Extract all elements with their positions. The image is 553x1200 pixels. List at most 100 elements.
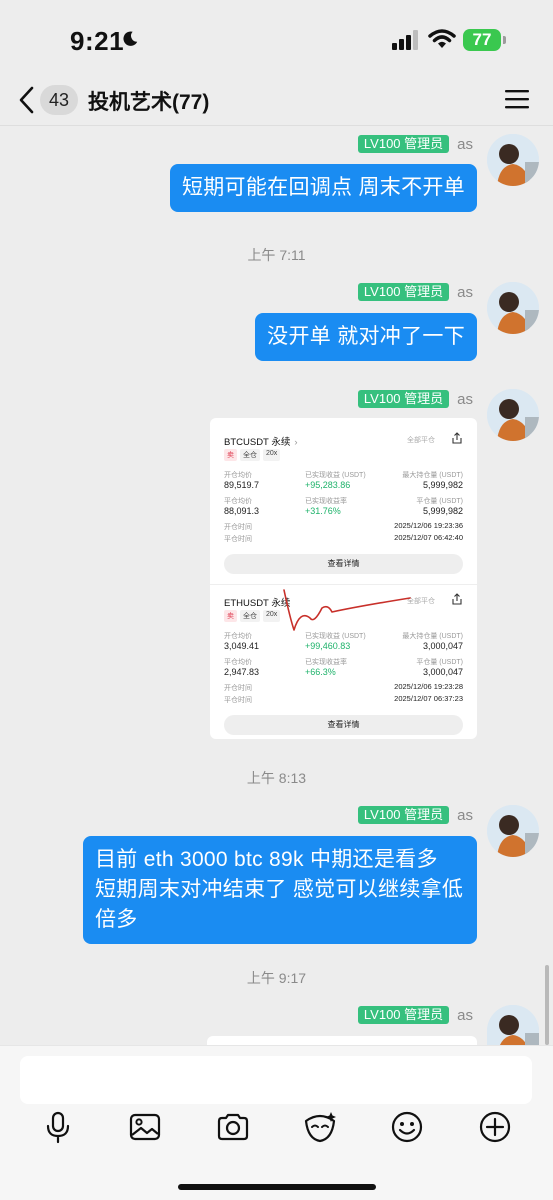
- realized-pnl-value: +95,283.86: [305, 480, 351, 490]
- wifi-icon: [428, 29, 456, 48]
- close-amount-value: 3,000,047: [422, 667, 463, 677]
- sender-info: LV100 管理员 as: [357, 805, 473, 825]
- close-time-value: 2025/12/07 06:37:23: [394, 694, 463, 703]
- open-avg-value: 89,519.7: [224, 480, 260, 490]
- close-amount-label: 平仓量 (USDT): [416, 498, 463, 505]
- battery-indicator: 77: [463, 29, 501, 51]
- max-hold-label: 最大持仓量 (USDT): [402, 472, 463, 479]
- sticker-icon[interactable]: [302, 1109, 338, 1145]
- side-tag: 卖: [224, 449, 237, 461]
- realized-rate-label: 已实现收益率: [305, 659, 347, 666]
- sender-info: LV100 管理员 as: [357, 134, 473, 154]
- side-tag: 卖: [224, 610, 237, 622]
- moon-icon: [123, 31, 138, 46]
- max-hold-value: 5,999,982: [422, 480, 463, 490]
- close-amount-label: 平仓量 (USDT): [416, 659, 463, 666]
- sender-info: LV100 管理员 as: [357, 282, 473, 302]
- avatar-image: [487, 805, 539, 857]
- avatar-image: [487, 389, 539, 441]
- close-avg-label: 平仓均价: [224, 659, 252, 666]
- open-avg-label: 开仓均价: [224, 472, 252, 479]
- position-card-btc: BTCUSDT 永续 › 全部平仓 卖 全仓 20x 开仓均价 89,519.7 …: [210, 418, 477, 578]
- microphone-icon[interactable]: [40, 1109, 76, 1145]
- message-bubble[interactable]: 目前 eth 3000 btc 89k 中期还是看多 短期周末对冲结束了 感觉可…: [83, 836, 477, 944]
- open-avg-value: 3,049.41: [224, 641, 260, 651]
- position-symbol: BTCUSDT 永续 ›: [224, 437, 298, 448]
- realized-pnl-label: 已实现收益 (USDT): [305, 472, 366, 479]
- sender-info: LV100 管理员 as: [357, 1005, 473, 1025]
- input-area: [0, 1045, 553, 1200]
- close-avg-label: 平仓均价: [224, 498, 252, 505]
- unread-count-badge[interactable]: 43: [40, 85, 78, 115]
- timestamp: 上午 9:17: [246, 970, 307, 986]
- sender-name: as: [457, 806, 473, 824]
- open-time-value: 2025/12/06 19:23:28: [394, 682, 463, 691]
- message-bubble[interactable]: 没开单 就对冲了一下: [255, 313, 477, 361]
- avatar[interactable]: [487, 389, 539, 441]
- position-symbol: ETHUSDT 永续: [224, 598, 291, 609]
- emoji-icon[interactable]: [389, 1109, 425, 1145]
- view-details-button: 查看详情: [224, 554, 463, 574]
- level-badge: LV100 管理员: [357, 390, 450, 408]
- position-card-eth: ETHUSDT 永续 全部平仓 卖 全仓 20x 开仓均价 3,049.41 已…: [210, 579, 477, 739]
- close-all-link: 全部平仓: [407, 598, 435, 605]
- sender-name: as: [457, 390, 473, 408]
- sender-name: as: [457, 135, 473, 153]
- close-time-label: 平仓时间: [224, 697, 252, 704]
- tag-row: 卖 全仓 20x: [224, 610, 281, 622]
- margin-tag: 全仓: [240, 610, 260, 622]
- open-time-value: 2025/12/06 19:23:36: [394, 521, 463, 530]
- open-time-label: 开仓时间: [224, 524, 252, 531]
- open-avg-label: 开仓均价: [224, 633, 252, 640]
- realized-rate-value: +31.76%: [305, 506, 341, 516]
- max-hold-label: 最大持仓量 (USDT): [402, 633, 463, 640]
- battery-tip: [503, 36, 506, 44]
- plus-icon[interactable]: [477, 1109, 513, 1145]
- level-badge: LV100 管理员: [357, 1006, 450, 1024]
- back-chevron-icon[interactable]: [16, 84, 38, 116]
- message-bubble[interactable]: 短期可能在回调点 周末不开单: [169, 164, 477, 212]
- sender-info: LV100 管理员 as: [357, 389, 473, 409]
- close-time-label: 平仓时间: [224, 536, 252, 543]
- open-time-label: 开仓时间: [224, 685, 252, 692]
- sender-name: as: [457, 1006, 473, 1024]
- menu-icon[interactable]: [505, 88, 529, 110]
- camera-icon[interactable]: [215, 1109, 251, 1145]
- close-avg-value: 88,091.3: [224, 506, 260, 516]
- close-avg-value: 2,947.83: [224, 667, 260, 677]
- chat-header: 43 投机艺术(77): [0, 80, 553, 126]
- close-time-value: 2025/12/07 06:42:40: [394, 533, 463, 542]
- cellular-signal-icon: [392, 30, 418, 50]
- level-badge: LV100 管理员: [357, 135, 450, 153]
- avatar[interactable]: [487, 805, 539, 857]
- avatar-image: [487, 282, 539, 334]
- close-amount-value: 5,999,982: [422, 506, 463, 516]
- avatar[interactable]: [487, 134, 539, 186]
- share-icon: [452, 432, 462, 444]
- tag-row: 卖 全仓 20x: [224, 449, 281, 461]
- avatar[interactable]: [487, 282, 539, 334]
- avatar[interactable]: [487, 1005, 539, 1045]
- timestamp: 上午 7:11: [247, 247, 306, 263]
- max-hold-value: 3,000,047: [422, 641, 463, 651]
- realized-pnl-value: +99,460.83: [305, 641, 351, 651]
- home-indicator: [178, 1184, 376, 1190]
- share-icon: [452, 593, 462, 605]
- message-input[interactable]: [20, 1056, 532, 1104]
- level-badge: LV100 管理员: [357, 806, 450, 824]
- status-time: 9:21: [70, 26, 125, 56]
- realized-pnl-label: 已实现收益 (USDT): [305, 633, 366, 640]
- close-all-link: 全部平仓: [407, 437, 435, 444]
- avatar-image: [487, 1005, 539, 1045]
- realized-rate-value: +66.3%: [305, 667, 336, 677]
- margin-tag: 全仓: [240, 449, 260, 461]
- image-message[interactable]: BTCUSDT 永续 › 全部平仓 卖 全仓 20x 开仓均价 89,519.7 …: [210, 418, 477, 739]
- sender-name: as: [457, 283, 473, 301]
- leverage-tag: 20x: [263, 449, 281, 461]
- leverage-tag: 20x: [263, 610, 281, 622]
- status-bar: 9:21 77: [0, 0, 553, 80]
- view-details-button: 查看详情: [224, 715, 463, 735]
- chat-title: 投机艺术(77): [88, 91, 210, 114]
- scrollbar[interactable]: [545, 965, 549, 1045]
- image-icon[interactable]: [127, 1109, 163, 1145]
